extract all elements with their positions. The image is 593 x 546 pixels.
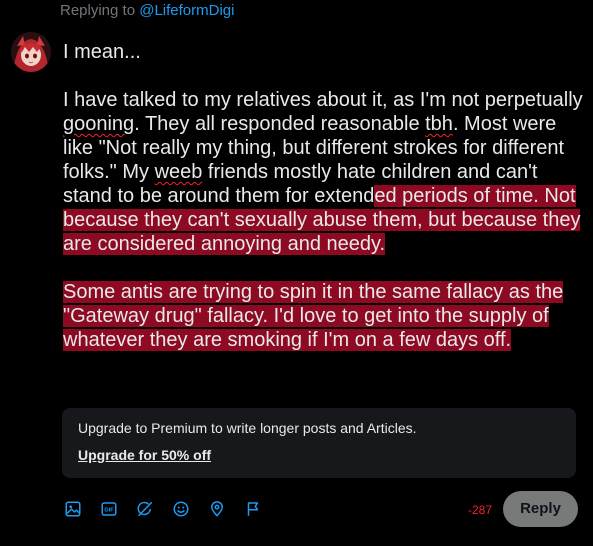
- text-segment: . They all responded reasonable: [134, 113, 426, 135]
- flag-button[interactable]: [242, 498, 264, 520]
- gif-button[interactable]: GIF: [98, 498, 120, 520]
- grok-icon: [137, 501, 153, 517]
- over-limit-highlight: Some antis are trying to spin it in the …: [63, 281, 564, 351]
- misspelled-word-weeb: weeb: [154, 161, 203, 183]
- grok-button[interactable]: [134, 498, 156, 520]
- media-button[interactable]: [62, 498, 84, 520]
- text-segment: I have talked to my relatives about it, …: [63, 89, 583, 111]
- emoji-icon: [173, 501, 189, 517]
- post-paragraph-1: I have talked to my relatives about it, …: [63, 88, 585, 256]
- replying-to-prefix: Replying to: [60, 2, 136, 19]
- composer-toolbar: GIF: [62, 498, 264, 520]
- emoji-button[interactable]: [170, 498, 192, 520]
- location-icon: [211, 501, 223, 517]
- reply-handle-link[interactable]: @LifeformDigi: [139, 2, 234, 19]
- misspelled-word-gooning: gooning: [63, 113, 135, 135]
- flag-icon: [247, 502, 259, 516]
- misspelled-word-tbh: tbh: [425, 113, 453, 135]
- image-icon: [65, 501, 81, 517]
- svg-text:GIF: GIF: [104, 507, 114, 513]
- replying-to-line: Replying to @LifeformDigi: [60, 1, 234, 21]
- reply-button[interactable]: Reply: [503, 491, 578, 527]
- post-line-1: I mean...: [63, 41, 141, 63]
- avatar-image: [11, 32, 51, 72]
- post-body[interactable]: I mean... I have talked to my relatives …: [63, 40, 585, 352]
- avatar[interactable]: [11, 32, 51, 72]
- post-paragraph-2: Some antis are trying to spin it in the …: [63, 280, 585, 352]
- upgrade-link[interactable]: Upgrade for 50% off: [78, 446, 211, 464]
- gif-icon: GIF: [101, 502, 117, 516]
- premium-upsell-box: Upgrade to Premium to write longer posts…: [62, 408, 576, 478]
- location-button[interactable]: [206, 498, 228, 520]
- character-counter: -287: [467, 503, 492, 517]
- upsell-message: Upgrade to Premium to write longer posts…: [78, 420, 417, 436]
